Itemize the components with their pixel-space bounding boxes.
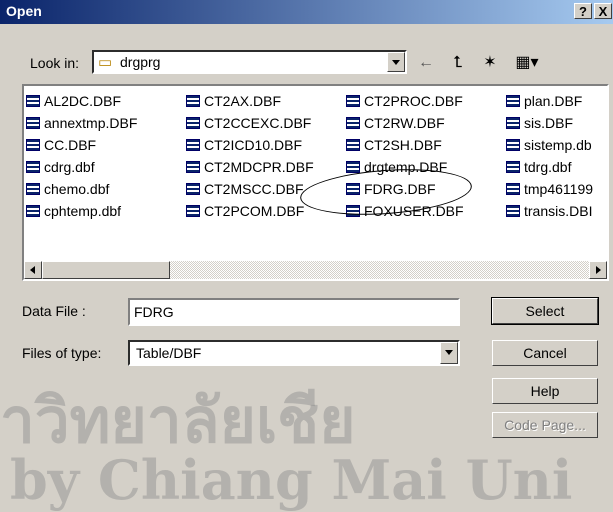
table-file-icon <box>26 139 40 151</box>
view-menu-icon[interactable]: ▦▾ <box>511 52 543 74</box>
list-item[interactable]: plan.DBF <box>506 90 593 112</box>
table-file-icon <box>506 139 520 151</box>
file-column-1: AL2DC.DBF annextmp.DBF CC.DBF cdrg.dbf c… <box>26 90 137 222</box>
watermark-english-text: by Chiang Mai Uni <box>10 448 573 512</box>
table-file-icon <box>506 95 520 107</box>
file-type-select[interactable]: Table/DBF <box>128 340 460 366</box>
code-page-button: Code Page... <box>492 412 598 438</box>
table-file-icon <box>506 161 520 173</box>
data-file-label: Data File : <box>22 303 86 319</box>
list-item[interactable]: transis.DBI <box>506 200 593 222</box>
scroll-thumb[interactable] <box>42 261 170 279</box>
table-file-icon <box>26 183 40 195</box>
back-icon[interactable]: ← <box>415 52 437 74</box>
chevron-down-icon[interactable] <box>440 342 458 364</box>
file-type-value: Table/DBF <box>136 345 202 361</box>
table-file-icon <box>26 95 40 107</box>
table-file-icon <box>26 117 40 129</box>
list-item[interactable]: CC.DBF <box>26 134 137 156</box>
table-file-icon <box>186 161 200 173</box>
list-item[interactable]: cdrg.dbf <box>26 156 137 178</box>
list-item[interactable]: chemo.dbf <box>26 178 137 200</box>
list-item[interactable]: CT2RW.DBF <box>346 112 464 134</box>
table-file-icon <box>186 95 200 107</box>
look-in-value: drgprg <box>120 54 161 70</box>
list-item[interactable]: CT2AX.DBF <box>186 90 314 112</box>
close-button[interactable]: X <box>594 3 612 19</box>
folder-icon: ▭ <box>98 54 113 71</box>
list-item[interactable]: CT2ICD10.DBF <box>186 134 314 156</box>
table-file-icon <box>186 139 200 151</box>
table-file-icon <box>186 117 200 129</box>
list-item[interactable]: CT2MDCPR.DBF <box>186 156 314 178</box>
table-file-icon <box>346 139 360 151</box>
dialog-title: Open <box>6 3 42 19</box>
look-in-label: Look in: <box>30 55 80 71</box>
horizontal-scrollbar[interactable] <box>24 261 607 279</box>
list-item[interactable]: AL2DC.DBF <box>26 90 137 112</box>
table-file-icon <box>506 183 520 195</box>
table-file-icon <box>346 117 360 129</box>
list-item[interactable]: CT2PCOM.DBF <box>186 200 314 222</box>
table-file-icon <box>506 205 520 217</box>
table-file-icon <box>346 161 360 173</box>
select-button[interactable]: Select <box>491 297 599 325</box>
new-folder-icon[interactable]: ✶ <box>479 52 501 74</box>
list-item[interactable]: CT2PROC.DBF <box>346 90 464 112</box>
file-list[interactable]: AL2DC.DBF annextmp.DBF CC.DBF cdrg.dbf c… <box>22 84 609 281</box>
table-file-icon <box>346 95 360 107</box>
scroll-left-icon[interactable] <box>24 261 42 279</box>
help-button[interactable]: Help <box>492 378 598 404</box>
up-folder-icon[interactable]: ⮤ <box>447 52 469 74</box>
table-file-icon <box>506 117 520 129</box>
file-column-4: plan.DBF sis.DBF sistemp.db tdrg.dbf tmp… <box>506 90 593 222</box>
help-title-button[interactable]: ? <box>574 3 592 19</box>
list-item[interactable]: CT2SH.DBF <box>346 134 464 156</box>
list-item[interactable]: sistemp.db <box>506 134 593 156</box>
list-item[interactable]: tmp461199 <box>506 178 593 200</box>
scroll-right-icon[interactable] <box>589 261 607 279</box>
list-item[interactable]: cphtemp.dbf <box>26 200 137 222</box>
table-file-icon <box>26 205 40 217</box>
list-item[interactable]: CT2CCEXC.DBF <box>186 112 314 134</box>
table-file-icon <box>26 161 40 173</box>
cancel-button[interactable]: Cancel <box>492 340 598 366</box>
list-item[interactable]: annextmp.DBF <box>26 112 137 134</box>
chevron-down-icon[interactable] <box>387 52 405 72</box>
data-file-input[interactable]: FDRG <box>128 298 460 326</box>
table-file-icon <box>186 183 200 195</box>
file-type-label: Files of type: <box>22 345 102 361</box>
open-dialog: Open ? X Look in: ▭ drgprg ← ⮤ ✶ ▦▾ AL2D… <box>0 0 613 512</box>
list-item[interactable]: CT2MSCC.DBF <box>186 178 314 200</box>
list-item[interactable]: tdrg.dbf <box>506 156 593 178</box>
look-in-select[interactable]: ▭ drgprg <box>92 50 407 74</box>
table-file-icon <box>186 205 200 217</box>
file-column-2: CT2AX.DBF CT2CCEXC.DBF CT2ICD10.DBF CT2M… <box>186 90 314 222</box>
title-bar[interactable]: Open ? X <box>0 0 613 24</box>
list-item[interactable]: sis.DBF <box>506 112 593 134</box>
